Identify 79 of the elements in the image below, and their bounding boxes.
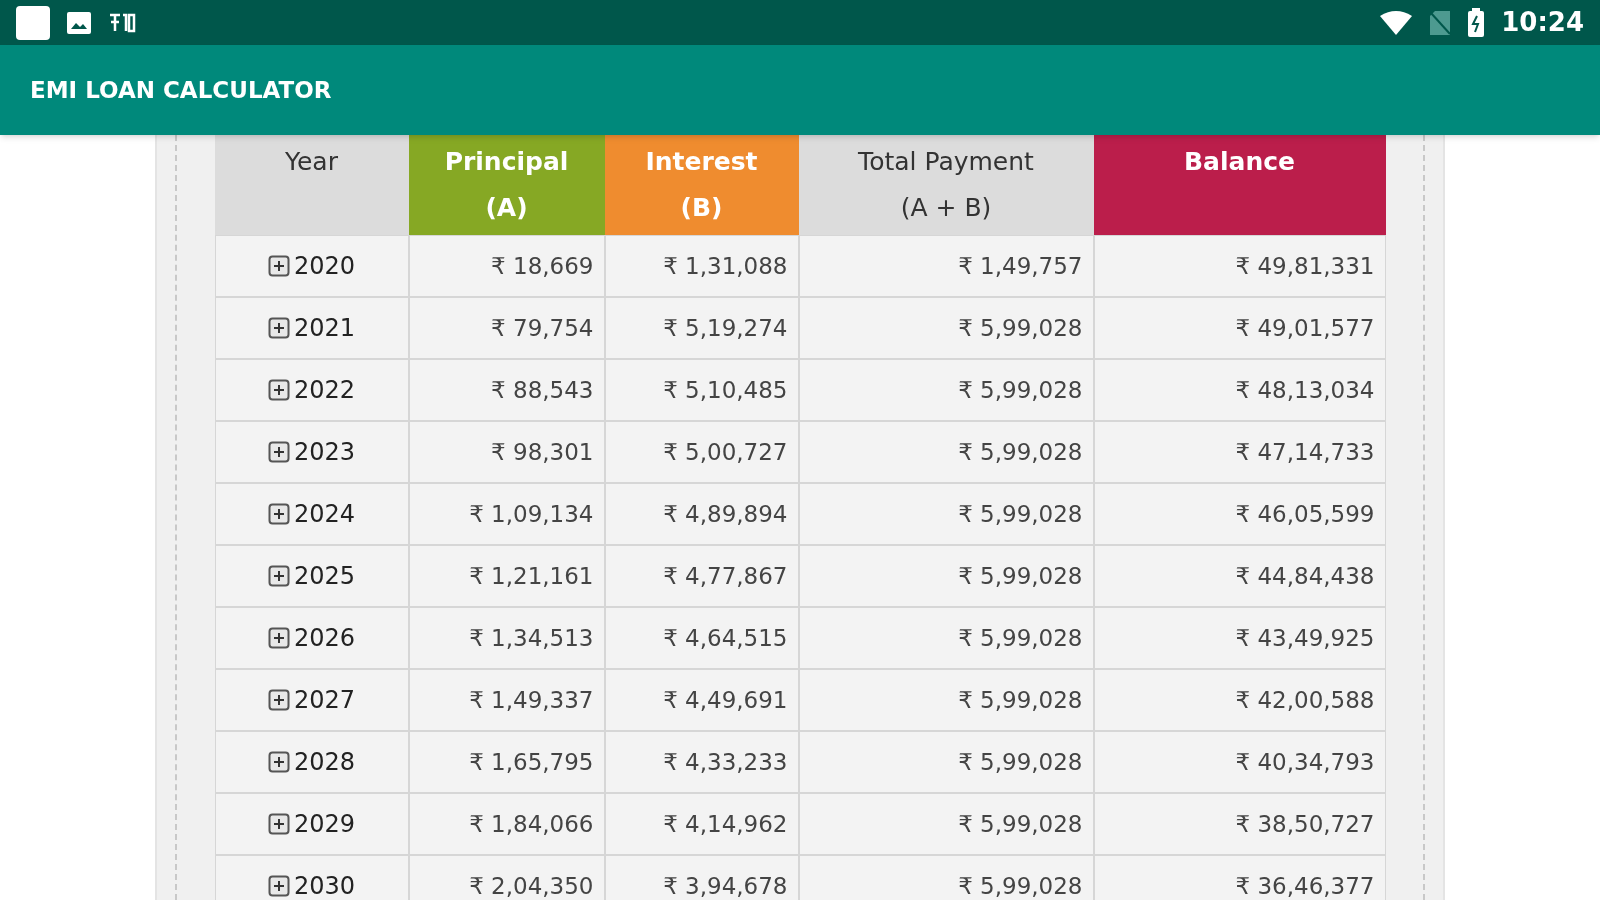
image-icon: [66, 10, 92, 35]
table-cell: ₹ 43,49,925: [1093, 607, 1386, 669]
year-label: 2027: [293, 685, 356, 716]
clock-time: 10:24: [1501, 6, 1584, 39]
table-cell: ₹ 1,65,795: [408, 731, 605, 793]
plus-box-icon[interactable]: [267, 565, 290, 587]
year-label: 2028: [293, 747, 356, 778]
table-cell: ₹ 4,89,894: [604, 483, 799, 545]
column-header: Principal (A): [408, 135, 605, 235]
table-cell: ₹ 5,99,028: [798, 421, 1094, 483]
table-cell: ₹ 5,99,028: [798, 545, 1094, 607]
table-cell: ₹ 38,50,727: [1093, 793, 1386, 855]
plus-box-icon[interactable]: [267, 317, 290, 339]
table-cell: ₹ 40,34,793: [1093, 731, 1386, 793]
plus-box-icon[interactable]: [267, 813, 290, 835]
plus-box-icon[interactable]: [267, 255, 290, 277]
year-label: 2025: [293, 561, 356, 592]
plus-box-icon[interactable]: [267, 503, 290, 525]
year-label: 2021: [293, 313, 356, 344]
table-cell: ₹ 1,49,757: [798, 235, 1094, 297]
table-cell: ₹ 4,49,691: [604, 669, 799, 731]
table-cell: ₹ 5,99,028: [798, 483, 1094, 545]
battery-icon: [1467, 7, 1486, 38]
table-cell: ₹ 98,301: [408, 421, 605, 483]
no-sim-icon: [1429, 9, 1452, 36]
table-cell: ₹ 47,14,733: [1093, 421, 1386, 483]
table-cell: ₹ 5,99,028: [798, 297, 1094, 359]
table-cell: ₹ 5,99,028: [798, 793, 1094, 855]
table-cell: ₹ 79,754: [408, 297, 605, 359]
table-cell: ₹ 42,00,588: [1093, 669, 1386, 731]
plus-box-icon[interactable]: [267, 627, 290, 649]
year-label: 2020: [293, 251, 356, 282]
table-cell: ₹ 48,13,034: [1093, 359, 1386, 421]
table-cell: ₹ 1,84,066: [408, 793, 605, 855]
plus-box-icon[interactable]: [267, 751, 290, 773]
square-icon: [16, 5, 50, 40]
table-cell: ₹ 2,04,350: [408, 855, 605, 900]
table-cell: ₹ 46,05,599: [1093, 483, 1386, 545]
table-cell: ₹ 44,84,438: [1093, 545, 1386, 607]
column-header: Year: [214, 135, 409, 235]
year-label: 2024: [293, 499, 356, 530]
table-cell: ₹ 1,31,088: [604, 235, 799, 297]
app-title: EMI LOAN CALCULATOR: [30, 75, 332, 105]
plus-box-icon[interactable]: [267, 441, 290, 463]
table-cell: ₹ 5,99,028: [798, 855, 1094, 900]
year-label: 2022: [293, 375, 356, 406]
table-cell: ₹ 36,46,377: [1093, 855, 1386, 900]
table-cell: ₹ 4,33,233: [604, 731, 799, 793]
column-header: Interest (B): [604, 135, 799, 235]
table-cell: ₹ 5,10,485: [604, 359, 799, 421]
table-cell: ₹ 4,77,867: [604, 545, 799, 607]
table-cell: ₹ 49,81,331: [1093, 235, 1386, 297]
table-cell: ₹ 5,19,274: [604, 297, 799, 359]
column-header: Total Payment (A + B): [798, 135, 1094, 235]
plus-box-icon[interactable]: [267, 379, 290, 401]
table-cell: ₹ 4,64,515: [604, 607, 799, 669]
year-label: 2029: [293, 809, 356, 840]
year-label: 2023: [293, 437, 356, 468]
table-cell: ₹ 5,99,028: [798, 607, 1094, 669]
table-cell: ₹ 3,94,678: [604, 855, 799, 900]
notification-icon: [108, 11, 136, 34]
table-cell: ₹ 1,34,513: [408, 607, 605, 669]
table-cell: ₹ 4,14,962: [604, 793, 799, 855]
wifi-icon: [1379, 9, 1414, 36]
table-cell: ₹ 1,21,161: [408, 545, 605, 607]
table-cell: ₹ 18,669: [408, 235, 605, 297]
column-header: Balance: [1093, 135, 1386, 235]
table-cell: ₹ 1,09,134: [408, 483, 605, 545]
year-label: 2026: [293, 623, 356, 654]
year-label: 2030: [293, 871, 356, 900]
table-cell: ₹ 1,49,337: [408, 669, 605, 731]
plus-box-icon[interactable]: [267, 875, 290, 897]
table-cell: ₹ 88,543: [408, 359, 605, 421]
table-cell: ₹ 49,01,577: [1093, 297, 1386, 359]
plus-box-icon[interactable]: [267, 689, 290, 711]
table-cell: ₹ 5,99,028: [798, 359, 1094, 421]
table-cell: ₹ 5,00,727: [604, 421, 799, 483]
table-cell: ₹ 5,99,028: [798, 731, 1094, 793]
table-cell: ₹ 5,99,028: [798, 669, 1094, 731]
